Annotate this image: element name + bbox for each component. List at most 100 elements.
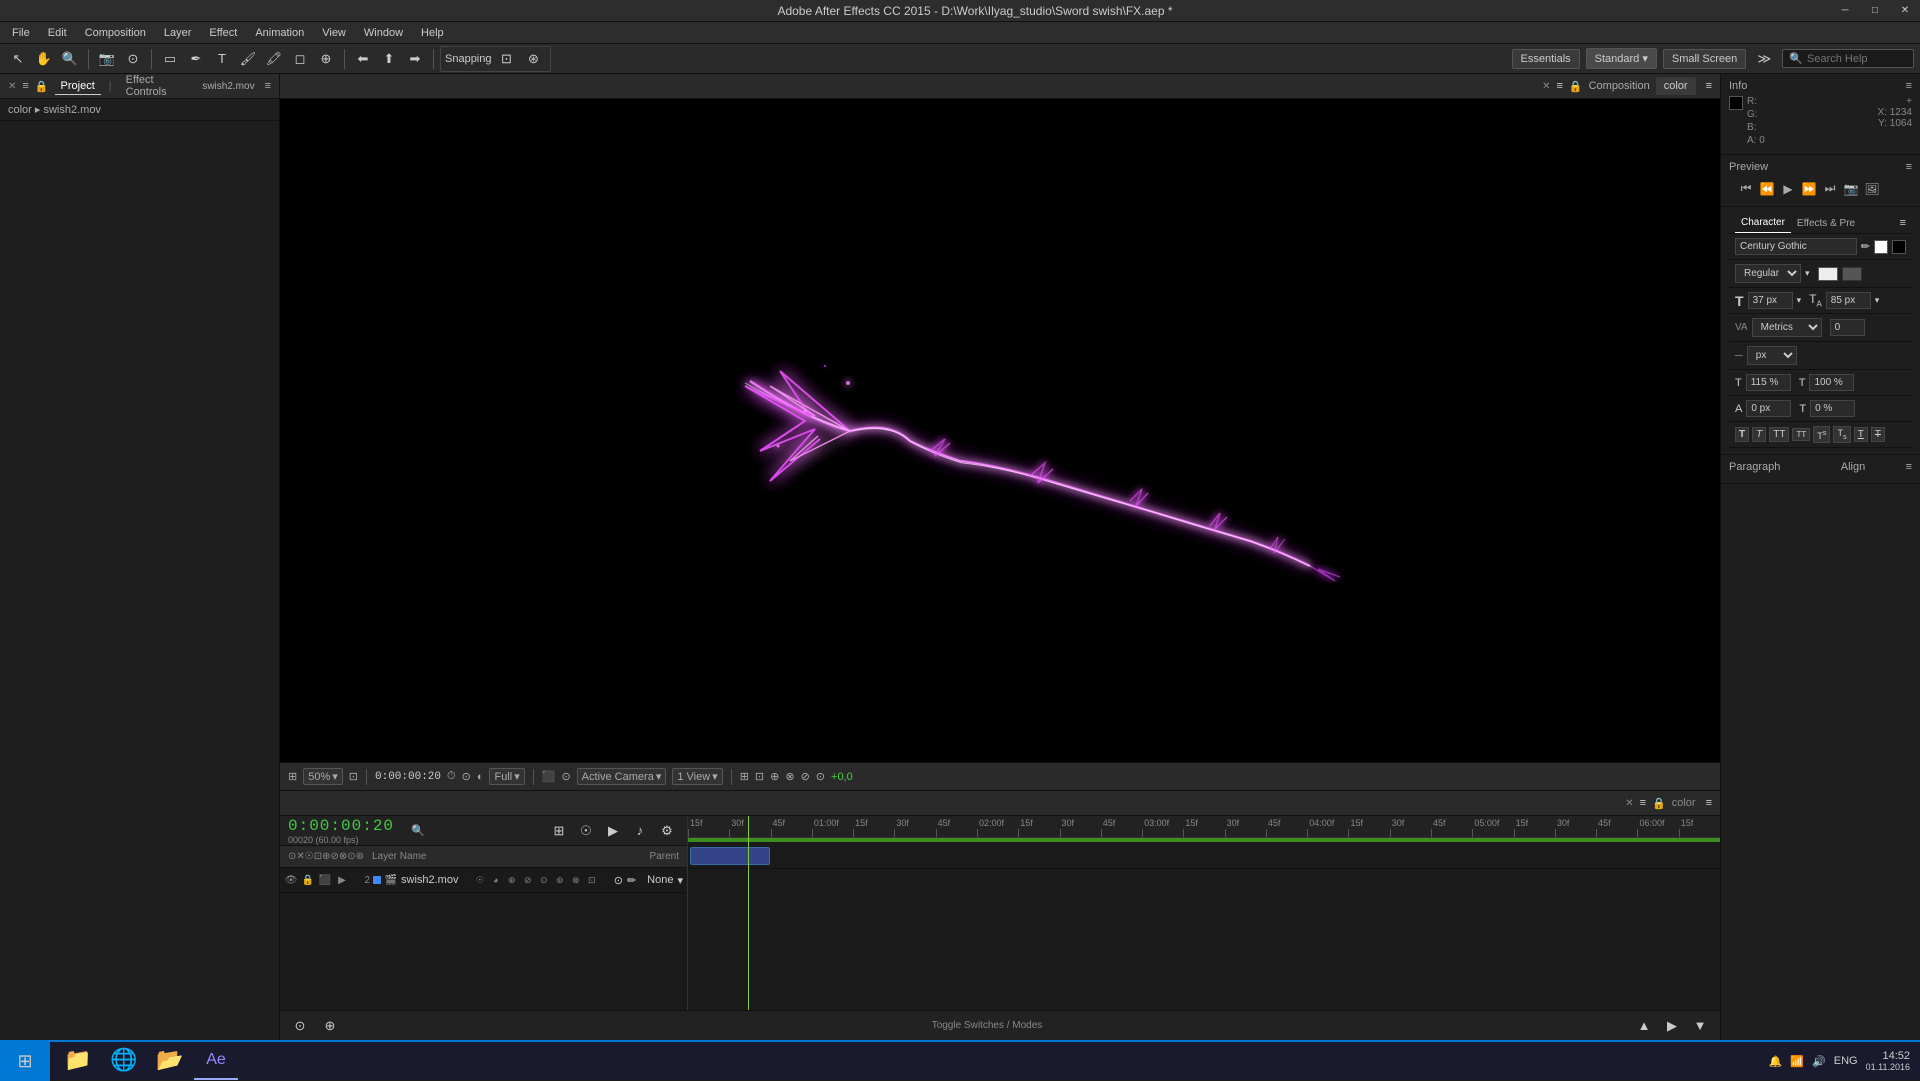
menu-edit[interactable]: Edit (40, 25, 75, 41)
menu-help[interactable]: Help (413, 25, 452, 41)
vc-icon7[interactable]: ⊗ (785, 770, 794, 783)
prev-last[interactable]: ⏭ (1821, 181, 1839, 196)
vc-icon4[interactable]: ⊞ (740, 770, 749, 783)
start-button[interactable]: ⊞ (0, 1041, 50, 1081)
view-dropdown[interactable]: 1 View ▾ (672, 768, 722, 785)
close-button[interactable]: ✕ (1890, 0, 1920, 22)
taskbar-network-icon[interactable]: 📶 (1790, 1055, 1804, 1068)
layer-continuously[interactable]: ⊛ (553, 875, 567, 886)
panel-menu-icon[interactable]: ≡ (265, 80, 271, 92)
vc-icon6[interactable]: ⊕ (770, 770, 779, 783)
info-menu[interactable]: ≡ (1906, 80, 1912, 92)
layer-color-swatch[interactable] (373, 876, 381, 884)
prev-forward[interactable]: ⏩ (1800, 182, 1818, 196)
text-tool[interactable]: T (210, 47, 234, 71)
font-color-swatch[interactable] (1874, 240, 1888, 254)
sub-btn[interactable]: Ts (1833, 426, 1850, 443)
time-icon[interactable]: ⏱ (447, 770, 456, 783)
align-center[interactable]: ⬆ (377, 47, 401, 71)
menu-view[interactable]: View (314, 25, 354, 41)
comp-viewer[interactable] (280, 99, 1720, 762)
tab-project[interactable]: Project (55, 78, 101, 95)
puppet-tool[interactable]: ⊕ (314, 47, 338, 71)
tl-solo[interactable]: ☉ (574, 819, 598, 843)
underline-btn[interactable]: T (1854, 427, 1868, 442)
clone-tool[interactable]: 🖍 (262, 47, 286, 71)
bb-graph-icon[interactable]: ⊙ (288, 1014, 312, 1038)
alpha-icon[interactable]: ◐ (477, 771, 484, 783)
prev-first[interactable]: ⏮ (1737, 181, 1755, 196)
app-aftereffects[interactable]: Ae (194, 1042, 238, 1080)
bb-mask-icon[interactable]: ⊕ (318, 1014, 342, 1038)
preview-menu[interactable]: ≡ (1906, 161, 1912, 173)
comp-tab-color[interactable]: color (1656, 77, 1696, 95)
tl-close[interactable]: ✕ (1625, 798, 1633, 809)
baseline-input[interactable] (1746, 400, 1791, 417)
tracking-input[interactable] (1830, 319, 1865, 336)
render-icon[interactable]: ⊙ (462, 770, 471, 783)
para-menu[interactable]: ≡ (1906, 461, 1912, 473)
orbit-tool[interactable]: ⊙ (121, 47, 145, 71)
vc-icon5[interactable]: ⊡ (755, 770, 764, 783)
bb-down[interactable]: ▼ (1688, 1014, 1712, 1038)
workspace-chevron[interactable]: ≫ (1752, 47, 1776, 71)
layer-motion-blur[interactable]: ◕ (489, 875, 503, 885)
tl-settings[interactable]: ⚙ (655, 819, 679, 843)
style-arrow[interactable]: ▾ (1805, 268, 1810, 279)
camera-tool[interactable]: 📷 (95, 47, 119, 71)
tl-preview[interactable]: ▶ (601, 819, 625, 843)
comp-menu-icon[interactable]: ≡ (1706, 80, 1712, 92)
select-tool[interactable]: ↖ (6, 47, 30, 71)
layer-guide[interactable]: ⊘ (521, 875, 535, 886)
tsscale-input[interactable] (1810, 400, 1855, 417)
tl-timecode-display[interactable]: 0:00:00:20 (288, 817, 394, 835)
parent-arrow[interactable]: ▾ (677, 874, 683, 887)
bb-up[interactable]: ▲ (1632, 1014, 1656, 1038)
super-btn[interactable]: Ts (1813, 426, 1830, 443)
rect-tool[interactable]: ▭ (158, 47, 182, 71)
comp-close[interactable]: ✕ (1542, 81, 1550, 92)
vc-icon9[interactable]: ⊙ (816, 770, 825, 783)
layer-blend[interactable]: ⊗ (569, 875, 583, 886)
snap-toggle[interactable]: ⊡ (495, 47, 519, 71)
align-left[interactable]: ⬅ (351, 47, 375, 71)
search-input[interactable] (1807, 53, 1907, 65)
fit-btn[interactable]: ⊡ (349, 770, 358, 783)
pen-tool[interactable]: ✒ (184, 47, 208, 71)
font-input[interactable] (1735, 238, 1857, 255)
prev-back[interactable]: ⏪ (1758, 182, 1776, 196)
app-files[interactable]: 📂 (148, 1042, 192, 1080)
kern-arrow[interactable]: ▾ (1875, 295, 1880, 306)
bold-btn[interactable]: T (1735, 427, 1749, 442)
zoom-tool[interactable]: 🔍 (58, 47, 82, 71)
quality-dropdown[interactable]: Full ▾ (489, 768, 524, 785)
minimize-button[interactable]: ─ (1830, 0, 1860, 22)
char-tab-character[interactable]: Character (1735, 213, 1791, 233)
vc-icon2[interactable]: ⬛ (542, 770, 556, 783)
char-menu[interactable]: ≡ (1900, 217, 1906, 229)
tl-menu-icon[interactable]: ≡ (1706, 797, 1712, 809)
project-close[interactable]: ✕ (8, 81, 16, 92)
font-edit-icon[interactable]: ✏ (1861, 240, 1870, 253)
brush-tool[interactable]: 🖌 (236, 47, 260, 71)
tl-clip-1[interactable] (690, 847, 770, 865)
menu-layer[interactable]: Layer (156, 25, 200, 41)
horiz-scale-input[interactable] (1809, 374, 1854, 391)
timecode-display[interactable]: 0:00:00:20 (375, 771, 441, 783)
eraser-tool[interactable]: ◻ (288, 47, 312, 71)
snap-options[interactable]: ⊛ (522, 47, 546, 71)
layer-3d[interactable]: ⊕ (505, 875, 519, 886)
size-arrow[interactable]: ▾ (1797, 295, 1802, 306)
font-size-input[interactable] (1748, 292, 1793, 309)
vc-icon8[interactable]: ⊘ (801, 770, 810, 783)
menu-animation[interactable]: Animation (247, 25, 312, 41)
taskbar-notify-icon[interactable]: 🔔 (1769, 1055, 1783, 1068)
layer-collapse-icon[interactable]: ▶ (335, 875, 349, 886)
vc-grid[interactable]: ⊞ (288, 770, 297, 783)
layer-shy[interactable]: ⊙ (537, 875, 551, 886)
smallcaps-btn[interactable]: TT (1792, 428, 1810, 441)
menu-composition[interactable]: Composition (77, 25, 154, 41)
vc-icon3[interactable]: ⊙ (561, 770, 570, 783)
prev-snapshot[interactable]: 📷 (1842, 182, 1860, 196)
taskbar-volume-icon[interactable]: 🔊 (1812, 1055, 1826, 1068)
